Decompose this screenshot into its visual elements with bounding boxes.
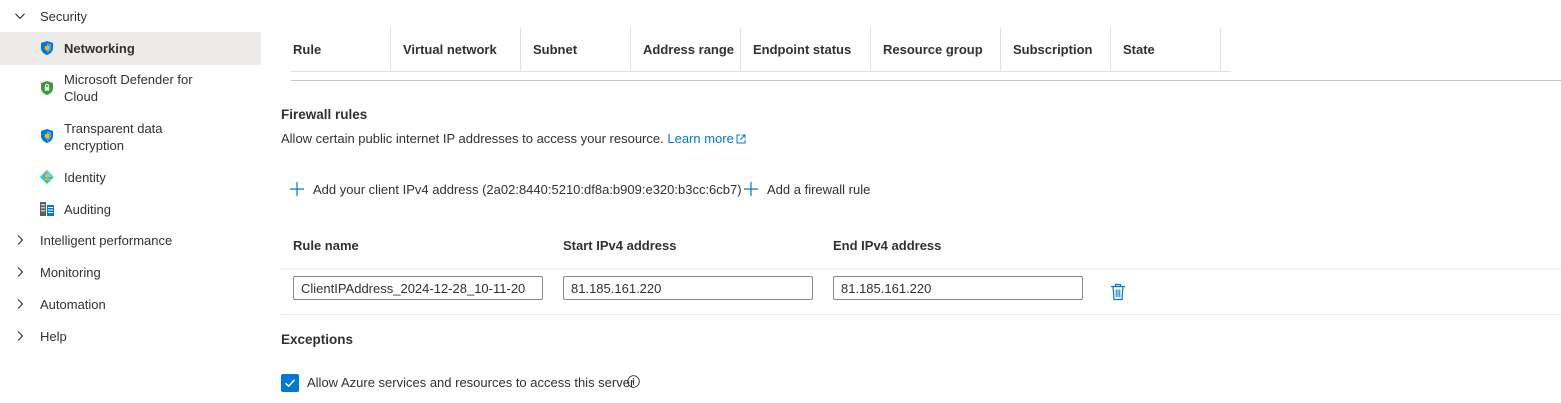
divider: [281, 268, 1561, 269]
nav-group-label: Security: [40, 8, 87, 24]
column-header-rule-name: Rule name: [293, 238, 359, 253]
column-header-end-ip: End IPv4 address: [833, 238, 942, 253]
sidebar-item-identity[interactable]: Identity: [0, 162, 261, 192]
plus-icon: [290, 182, 304, 196]
nav-group-help[interactable]: Help: [0, 321, 261, 351]
learn-more-text: Learn more: [667, 131, 734, 146]
sidebar-item-label: Auditing: [64, 202, 111, 217]
add-firewall-rule-label: Add a firewall rule: [767, 181, 871, 197]
nav-group-monitoring[interactable]: Monitoring: [0, 257, 261, 287]
shield-icon: [38, 127, 56, 145]
sidebar: Security Networking Microsoft Defender f…: [0, 0, 261, 403]
firewall-description-text: Allow certain public internet IP address…: [281, 131, 664, 146]
firewall-rules-title: Firewall rules: [281, 107, 368, 122]
nav-group-security[interactable]: Security: [0, 1, 261, 31]
sidebar-item-tde[interactable]: Transparent data encryption: [0, 114, 261, 158]
sidebar-item-auditing[interactable]: Auditing: [0, 194, 261, 224]
nav-group-label: Intelligent performance: [40, 232, 173, 248]
column-header[interactable]: Rule: [281, 28, 391, 71]
chevron-down-icon: [0, 10, 40, 22]
end-ip-input[interactable]: [833, 276, 1083, 300]
info-icon[interactable]: [627, 375, 640, 388]
chevron-right-icon: [0, 298, 40, 310]
nav-group-label: Monitoring: [40, 264, 101, 280]
nav-group-label: Automation: [40, 296, 106, 312]
column-header[interactable]: Virtual network: [391, 28, 521, 71]
sidebar-item-defender[interactable]: Microsoft Defender for Cloud: [0, 66, 261, 110]
column-header-start-ip: Start IPv4 address: [563, 238, 677, 253]
chevron-right-icon: [0, 330, 40, 342]
learn-more-link[interactable]: Learn more: [667, 131, 746, 146]
nav-group-automation[interactable]: Automation: [0, 289, 261, 319]
rule-name-input[interactable]: [293, 276, 543, 300]
column-header[interactable]: Subscription: [1001, 28, 1111, 71]
chevron-right-icon: [0, 266, 40, 278]
add-firewall-rule-button[interactable]: Add a firewall rule: [743, 179, 870, 199]
sidebar-item-networking[interactable]: Networking: [0, 32, 261, 65]
main-content: Rule Virtual network Subnet Address rang…: [261, 0, 1561, 403]
defender-shield-icon: [38, 79, 56, 97]
external-link-icon: [736, 134, 746, 144]
divider: [281, 314, 1561, 315]
start-ip-input[interactable]: [563, 276, 813, 300]
auditing-icon: [38, 200, 56, 218]
add-client-ip-button[interactable]: Add your client IPv4 address (2a02:8440:…: [289, 179, 742, 199]
sidebar-item-label: Microsoft Defender for Cloud: [64, 72, 193, 104]
plus-icon: [744, 182, 758, 196]
sidebar-item-label: Identity: [64, 170, 106, 185]
vnet-rules-table-header: Rule Virtual network Subnet Address rang…: [281, 28, 1221, 71]
shield-icon: [38, 39, 56, 57]
column-header[interactable]: Endpoint status: [741, 28, 871, 71]
chevron-right-icon: [0, 234, 40, 246]
column-header[interactable]: State: [1111, 28, 1221, 71]
column-header[interactable]: Address range: [631, 28, 741, 71]
nav-group-intelligent-performance[interactable]: Intelligent performance: [0, 225, 261, 255]
column-header[interactable]: Resource group: [871, 28, 1001, 71]
column-header[interactable]: Subnet: [521, 28, 631, 71]
checkmark-icon: [284, 379, 296, 388]
identity-icon: [38, 168, 56, 186]
divider: [291, 71, 1231, 72]
allow-azure-services-label[interactable]: Allow Azure services and resources to ac…: [307, 375, 634, 390]
delete-icon[interactable]: [1110, 283, 1126, 301]
add-client-ip-label: Add your client IPv4 address (2a02:8440:…: [313, 181, 742, 197]
allow-azure-services-checkbox[interactable]: [281, 374, 299, 392]
firewall-description: Allow certain public internet IP address…: [281, 131, 746, 146]
sidebar-item-label: Transparent data encryption: [64, 121, 163, 153]
divider: [291, 80, 1561, 81]
nav-group-label: Help: [40, 328, 67, 344]
sidebar-item-label: Networking: [64, 41, 135, 56]
exceptions-title: Exceptions: [281, 332, 354, 347]
